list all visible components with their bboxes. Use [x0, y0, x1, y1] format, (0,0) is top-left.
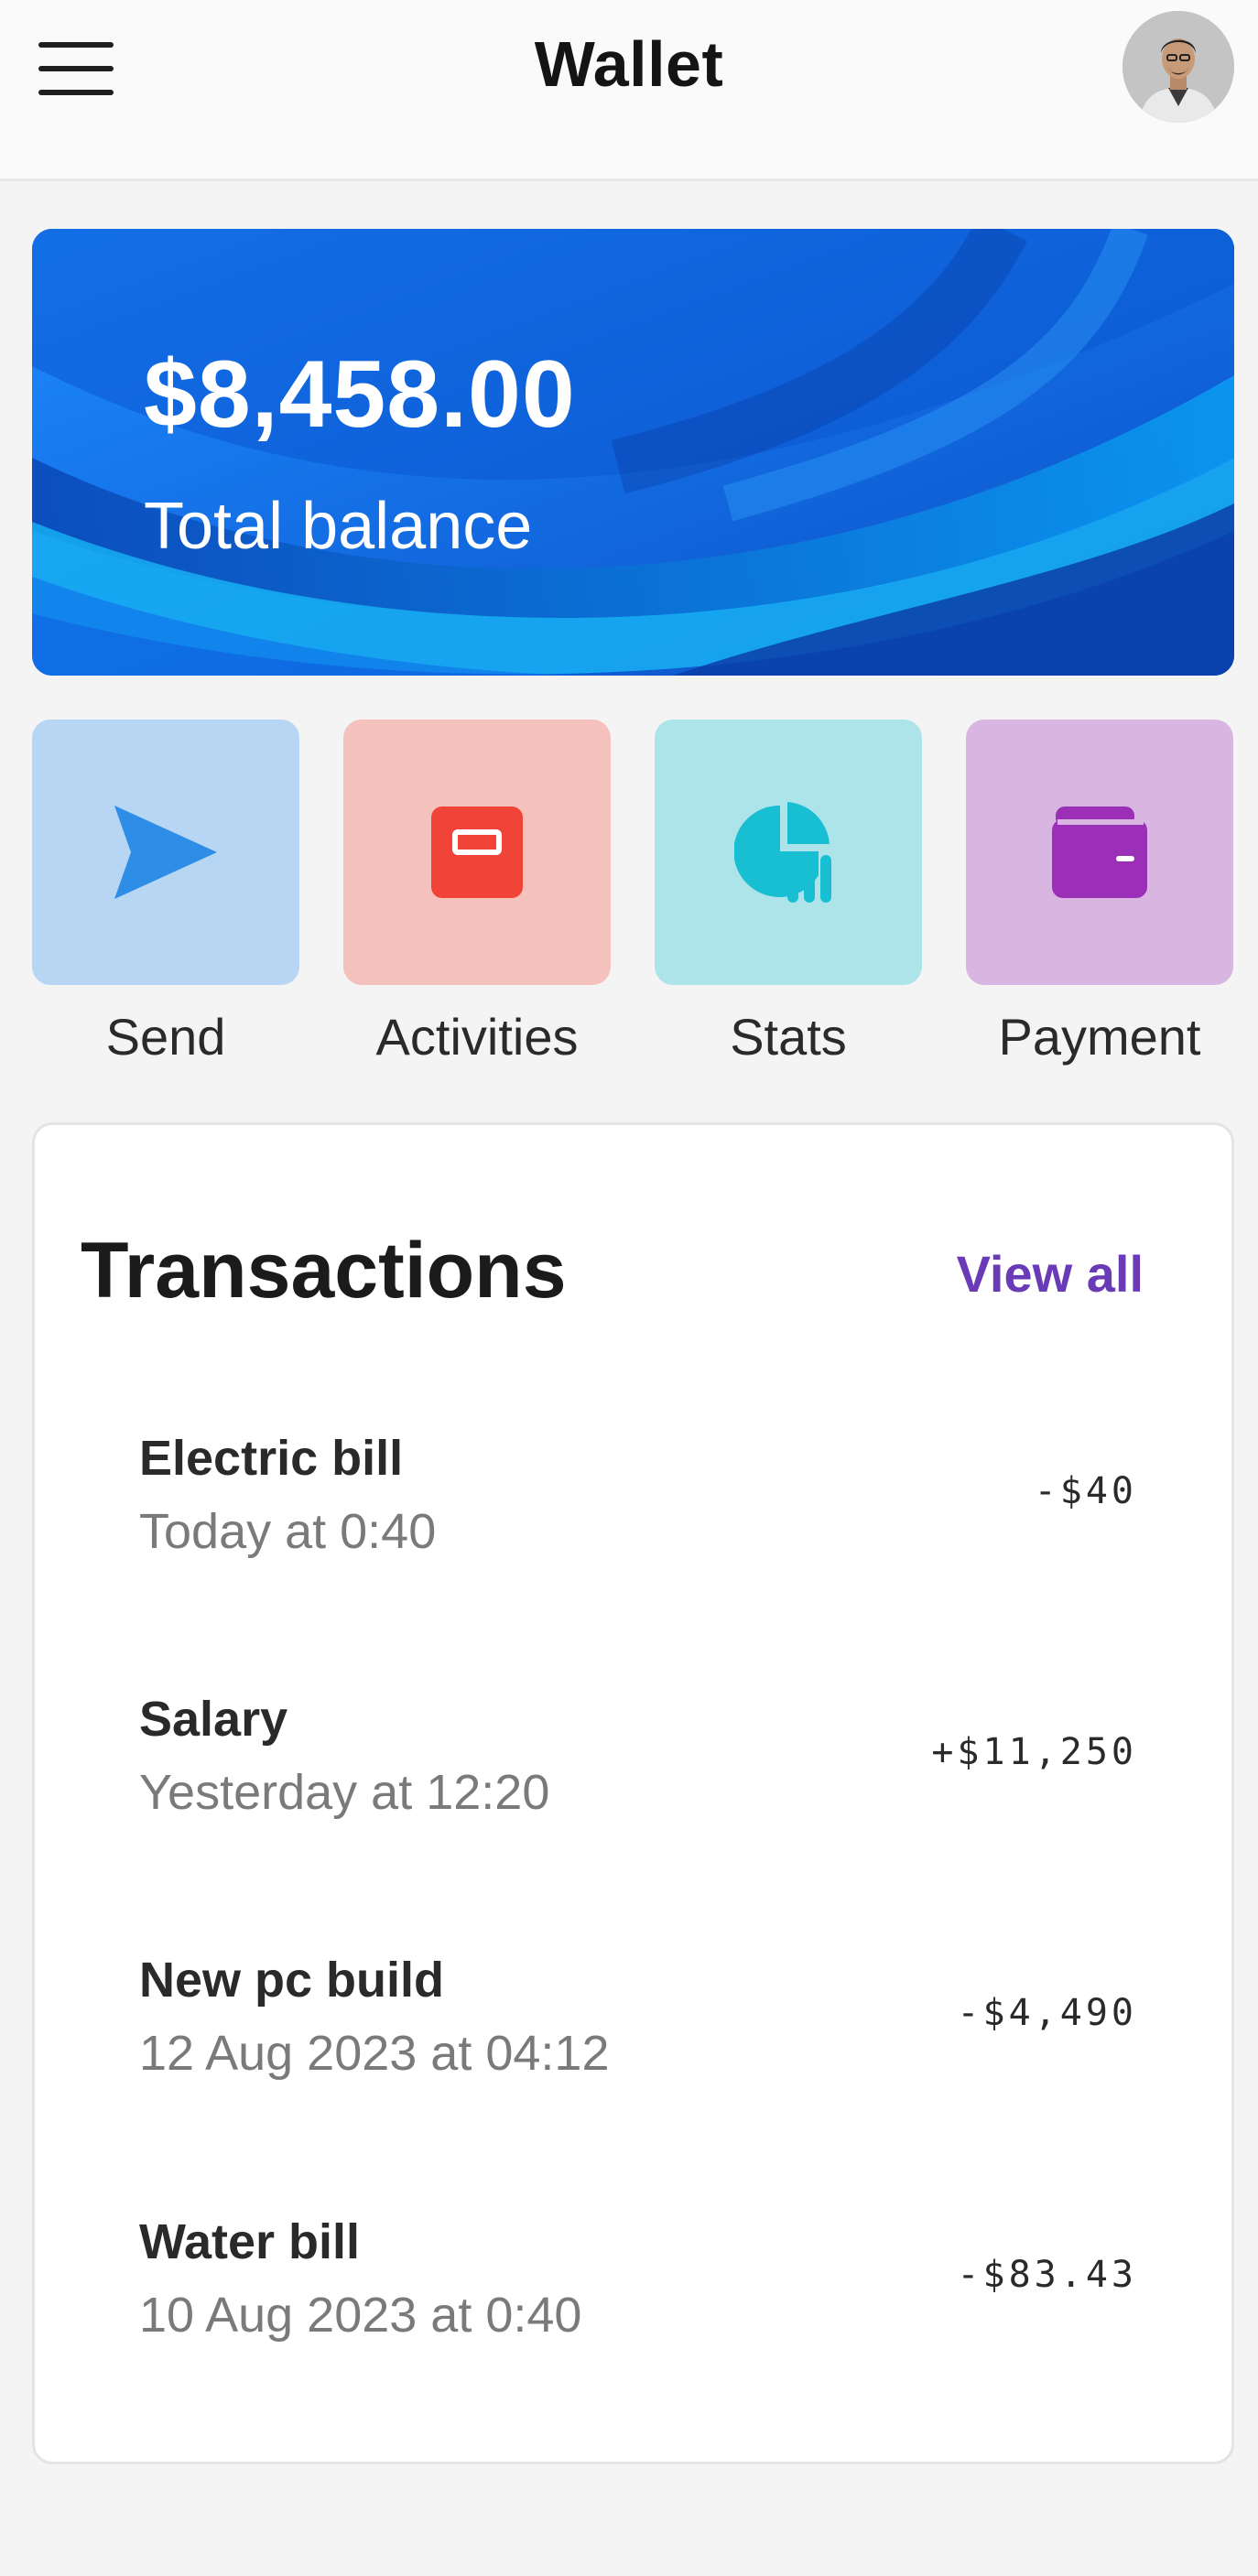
transaction-name: New pc build [139, 1953, 445, 2008]
transaction-amount: -$4,490 [957, 1992, 1137, 2034]
transaction-amount: -$40 [1034, 1470, 1137, 1512]
transaction-row[interactable]: Electric bill Today at 0:40 -$40 [139, 1430, 1137, 1595]
send-action-button[interactable]: Send [32, 720, 299, 1066]
avatar-person-icon [1122, 11, 1234, 123]
transaction-name: Electric bill [139, 1431, 404, 1486]
transaction-row[interactable]: New pc build 12 Aug 2023 at 04:12 -$4,49… [139, 1952, 1137, 2116]
transaction-time: 10 Aug 2023 at 0:40 [139, 2288, 582, 2343]
transaction-time: 12 Aug 2023 at 04:12 [139, 2026, 610, 2081]
transaction-row[interactable]: Salary Yesterday at 12:20 +$11,250 [139, 1691, 1137, 1856]
stats-action-button[interactable]: Stats [655, 720, 922, 1066]
send-label: Send [105, 1008, 226, 1066]
page-title: Wallet [534, 28, 724, 100]
stats-icon [734, 802, 831, 903]
activities-action-button[interactable]: Activities [343, 720, 611, 1066]
wallet-icon [1052, 806, 1147, 898]
transaction-amount: -$83.43 [957, 2254, 1137, 2296]
activities-label: Activities [375, 1008, 579, 1066]
activities-tile [343, 720, 611, 985]
transaction-time: Today at 0:40 [139, 1504, 437, 1559]
transaction-name: Salary [139, 1692, 288, 1747]
card-icon [431, 806, 523, 898]
wave-background [32, 229, 1234, 676]
transaction-time: Yesterday at 12:20 [139, 1765, 550, 1820]
user-avatar[interactable] [1122, 11, 1234, 123]
payment-action-button[interactable]: Payment [966, 720, 1233, 1066]
payment-tile [966, 720, 1233, 985]
balance-amount: $8,458.00 [144, 341, 576, 448]
transactions-title: Transactions [81, 1227, 567, 1315]
transactions-card: Transactions View all Electric bill Toda… [32, 1122, 1234, 2464]
app-bar: Wallet [0, 0, 1258, 181]
balance-card[interactable]: $8,458.00 Total balance [32, 229, 1234, 676]
balance-label: Total balance [144, 490, 533, 563]
stats-tile [655, 720, 922, 985]
transaction-name: Water bill [139, 2214, 361, 2269]
payment-label: Payment [998, 1008, 1201, 1066]
view-all-link[interactable]: View all [957, 1244, 1144, 1304]
stats-label: Stats [730, 1008, 847, 1066]
send-tile [32, 720, 299, 985]
transaction-row[interactable]: Water bill 10 Aug 2023 at 0:40 -$83.43 [139, 2213, 1137, 2378]
send-icon [114, 806, 217, 899]
transaction-amount: +$11,250 [931, 1731, 1137, 1773]
